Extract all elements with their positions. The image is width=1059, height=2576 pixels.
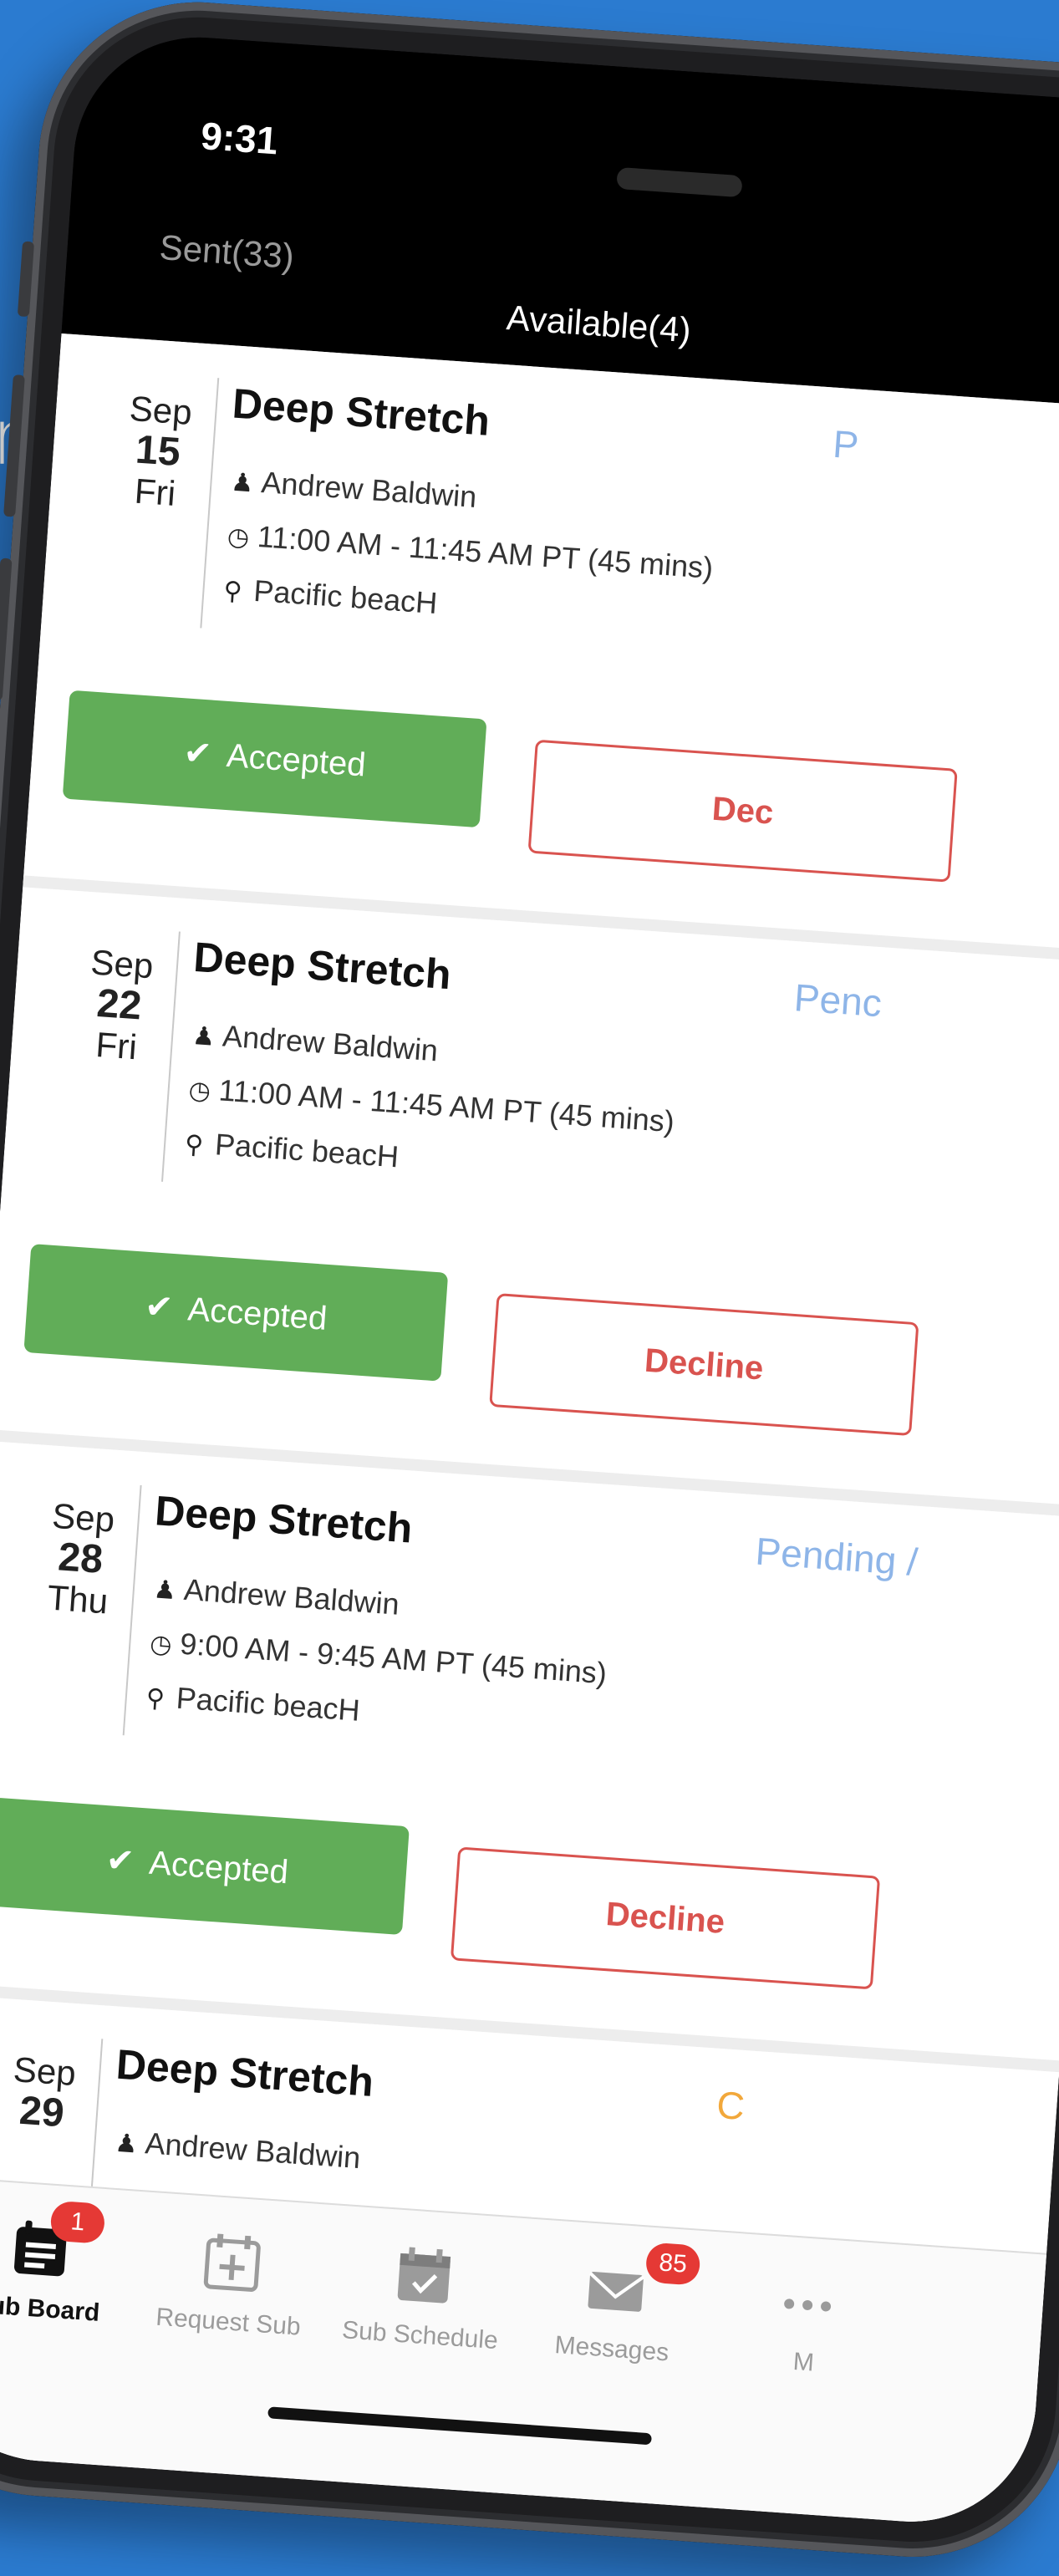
calendar-check-icon xyxy=(390,2243,458,2310)
tab-more[interactable]: M xyxy=(706,2265,905,2384)
decline-button[interactable]: Decline xyxy=(489,1293,919,1437)
instructor-name: Andrew Baldwin xyxy=(221,1018,440,1068)
accepted-label: Accepted xyxy=(225,736,368,784)
notch xyxy=(373,41,985,226)
tab-more-label: M xyxy=(792,2347,815,2377)
accepted-label: Accepted xyxy=(147,1844,290,1891)
instructor-row: ♟ Andrew Baldwin xyxy=(230,463,477,515)
sub-board-badge: 1 xyxy=(49,2200,106,2244)
accepted-button[interactable]: ✔ Accepted xyxy=(62,690,487,828)
decline-button[interactable]: Dec xyxy=(527,739,958,883)
decline-label: Decline xyxy=(643,1341,765,1387)
tab-sub-board-label: Sub Board xyxy=(0,2290,101,2327)
date-day: 28 xyxy=(56,1535,104,1582)
date-month: Sep xyxy=(128,388,194,433)
status-label: C xyxy=(715,2082,746,2129)
instructor-row: ♟ Andrew Baldwin xyxy=(153,1570,400,1621)
date-day: 15 xyxy=(134,427,182,476)
date-block: Sep 22 Fri xyxy=(78,942,161,1069)
map-pin-icon: ⚲ xyxy=(222,577,243,606)
location-row: ⚲ Pacific beacH xyxy=(222,571,438,621)
tab-available[interactable]: Available(4) xyxy=(505,298,693,350)
time-range: 11:00 AM - 11:45 AM PT (45 mins) xyxy=(256,518,715,585)
messages-badge: 85 xyxy=(644,2242,701,2286)
request-card[interactable]: Sep 28 Thu Deep Stretch Pending / ♟ Andre… xyxy=(0,1440,1059,2073)
accepted-button[interactable]: ✔ Accepted xyxy=(23,1244,449,1382)
location-row: ⚲ Pacific beacH xyxy=(184,1125,400,1175)
clock-icon: ◷ xyxy=(149,1630,173,1659)
tab-request-sub[interactable]: Request Sub xyxy=(131,2225,330,2344)
date-month: Sep xyxy=(12,2049,78,2094)
status-label: P xyxy=(831,421,860,467)
phone-frame: 9:31 Sent(33) Available(4) Sep 15 Fri De… xyxy=(0,0,1059,2568)
tab-messages-label: Messages xyxy=(553,2331,670,2367)
user-icon: ♟ xyxy=(152,1576,177,1606)
time-row: ◷ 9:00 AM - 9:45 AM PT (45 mins) xyxy=(149,1624,608,1691)
tab-sub-board[interactable]: 1 Sub Board xyxy=(0,2200,139,2330)
user-icon: ♟ xyxy=(191,1021,216,1051)
location-row: ⚲ Pacific beacH xyxy=(145,1678,361,1728)
date-month: Sep xyxy=(89,942,155,986)
location-name: Pacific beacH xyxy=(175,1680,361,1728)
user-icon: ♟ xyxy=(114,2129,139,2159)
date-block: Sep 28 Thu xyxy=(38,1495,122,1622)
accepted-button[interactable]: ✔ Accepted xyxy=(0,1797,410,1936)
date-weekday: Thu xyxy=(46,1577,109,1621)
class-title: Deep Stretch xyxy=(191,933,453,999)
decline-label: Decline xyxy=(604,1895,726,1941)
date-day: 22 xyxy=(95,980,144,1029)
divider xyxy=(200,378,220,629)
mute-switch xyxy=(17,241,35,318)
tab-messages[interactable]: 85 Messages xyxy=(515,2242,714,2370)
instructor-name: Andrew Baldwin xyxy=(260,465,478,515)
check-icon: ✔ xyxy=(104,1841,136,1881)
time-range: 9:00 AM - 9:45 AM PT (45 mins) xyxy=(179,1626,608,1691)
decline-button[interactable]: Decline xyxy=(450,1846,881,1990)
instructor-name: Andrew Baldwin xyxy=(144,2125,362,2176)
instructor-row: ♟ Andrew Baldwin xyxy=(114,2124,361,2176)
volume-down-button xyxy=(0,557,13,701)
status-label: Pending / xyxy=(754,1529,919,1584)
request-card[interactable]: Sep 15 Fri Deep Stretch P ♟ Andrew Baldwi… xyxy=(23,333,1059,965)
tab-sub-schedule-label: Sub Schedule xyxy=(341,2316,499,2355)
instructor-row: ♟ Andrew Baldwin xyxy=(191,1016,439,1068)
divider xyxy=(161,931,181,1182)
date-block: Sep 29 xyxy=(3,2049,84,2136)
time-range: 11:00 AM - 11:45 AM PT (45 mins) xyxy=(217,1072,676,1139)
class-title: Deep Stretch xyxy=(115,2040,375,2106)
calendar-add-icon xyxy=(198,2229,266,2297)
class-title: Deep Stretch xyxy=(231,379,491,445)
map-pin-icon: ⚲ xyxy=(184,1130,205,1160)
date-month: Sep xyxy=(50,1495,116,1540)
clock-icon: ◷ xyxy=(226,522,251,552)
calendar-list-icon: 1 xyxy=(7,2200,106,2283)
date-weekday: Fri xyxy=(133,471,177,513)
accepted-label: Accepted xyxy=(186,1290,328,1337)
home-indicator xyxy=(267,2406,652,2446)
request-card[interactable]: Sep 22 Fri Deep Stretch Penc ♟ Andrew Bal… xyxy=(0,887,1059,1519)
more-dots-icon xyxy=(774,2269,842,2337)
instructor-name: Andrew Baldwin xyxy=(182,1571,401,1621)
date-weekday: Fri xyxy=(94,1024,139,1067)
map-pin-icon: ⚲ xyxy=(145,1684,165,1713)
date-day: 29 xyxy=(18,2088,66,2136)
status-time: 9:31 xyxy=(199,114,280,163)
check-icon: ✔ xyxy=(182,734,213,773)
phone-screen: 9:31 Sent(33) Available(4) Sep 15 Fri De… xyxy=(0,28,1059,2530)
status-label: Penc xyxy=(792,975,883,1026)
check-icon: ✔ xyxy=(143,1287,175,1327)
clock-icon: ◷ xyxy=(187,1076,212,1106)
tab-request-sub-label: Request Sub xyxy=(155,2303,302,2341)
user-icon: ♟ xyxy=(230,468,255,498)
location-name: Pacific beacH xyxy=(213,1127,400,1174)
envelope-icon: 85 xyxy=(582,2242,701,2324)
decline-label: Dec xyxy=(710,790,775,832)
tab-sent[interactable]: Sent(33) xyxy=(158,227,295,277)
class-title: Deep Stretch xyxy=(153,1487,415,1552)
divider xyxy=(122,1484,142,1736)
date-block: Sep 15 Fri xyxy=(116,388,200,515)
location-name: Pacific beacH xyxy=(252,573,439,621)
tab-sub-schedule[interactable]: Sub Schedule xyxy=(323,2238,522,2357)
